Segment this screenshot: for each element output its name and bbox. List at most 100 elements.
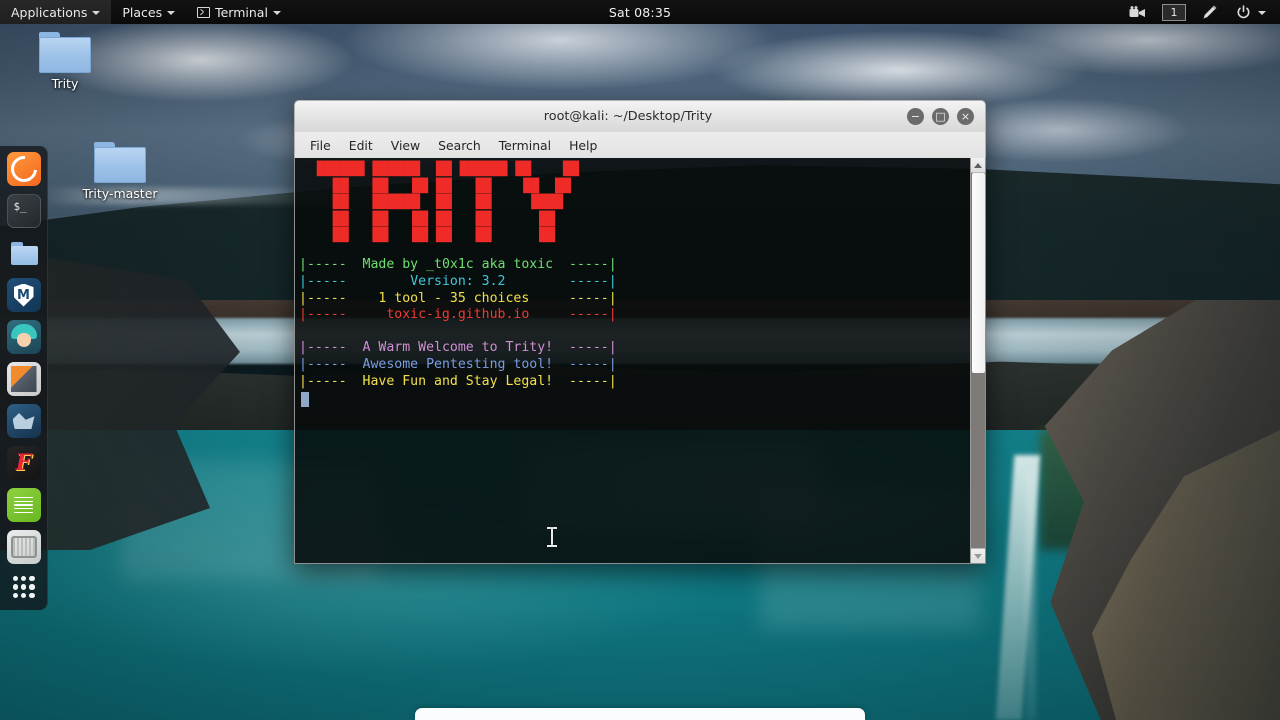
terminal-scrollbar[interactable]: [970, 158, 985, 563]
folder-icon-body: [10, 246, 38, 265]
banner-line-left-bar: |: [299, 290, 307, 306]
window-controls: − □ ×: [907, 108, 985, 125]
banner-line-right-bar: |: [608, 373, 617, 389]
banner-line-pad: [529, 307, 569, 322]
banner-line-pad: [553, 374, 569, 389]
power-icon-svg: [1237, 4, 1250, 18]
banner-line-pad: [505, 274, 569, 289]
document-lines-icon: [14, 497, 33, 513]
dock-item-terminal[interactable]: $_: [6, 194, 41, 228]
minimize-button[interactable]: −: [907, 108, 924, 125]
menu-terminal[interactable]: Terminal: [490, 135, 560, 156]
faraday-glyph: F: [15, 450, 32, 476]
banner-line-pad: [347, 274, 411, 289]
video-camera-icon[interactable]: [1121, 0, 1154, 24]
banner-line-pad: [553, 357, 569, 372]
banner-line-dashes-left: -----: [306, 273, 347, 289]
scrollbar-up-arrow[interactable]: [970, 158, 985, 173]
dock-item-files[interactable]: [7, 236, 41, 270]
banner-line-dashes-left: -----: [306, 373, 347, 389]
banner-line-left-bar: |: [299, 340, 307, 356]
menu-terminal[interactable]: Terminal: [186, 0, 292, 24]
shield-icon: M: [13, 283, 34, 307]
dock-item-avatar-app[interactable]: [6, 320, 41, 354]
banner-line-right-bar: |: [608, 340, 617, 356]
desktop-icon-trity-master[interactable]: Trity-master: [77, 142, 163, 201]
panel-clock[interactable]: Sat 08:35: [609, 5, 671, 20]
menu-places[interactable]: Places: [111, 0, 186, 24]
avatar-face: [16, 333, 31, 347]
top-panel: Applications Places Terminal Sat 08:35 1: [0, 0, 1280, 24]
desktop-icon-trity[interactable]: Trity: [22, 32, 108, 91]
terminal-window[interactable]: root@kali: ~/Desktop/Trity − □ × File Ed…: [294, 100, 986, 564]
pen-icon[interactable]: [1194, 0, 1226, 24]
dock-item-metasploit[interactable]: M: [6, 278, 41, 312]
scrollbar-track[interactable]: [970, 173, 985, 548]
power-icon[interactable]: [1228, 0, 1274, 24]
desktop-icon-label: Trity-master: [82, 186, 158, 201]
banner-line: |----- A Warm Welcome to Trity! -----|: [299, 340, 970, 357]
terminal-screen[interactable]: ██████ ██████ ██ ██████ ██ ██ ██ ██ ██ █…: [295, 158, 970, 563]
panel-tray: 1: [1121, 0, 1274, 24]
scrollbar-thumb[interactable]: [971, 173, 985, 373]
banner-line: |----- Have Fun and Stay Legal! -----|: [299, 374, 970, 391]
terminal-icon: [197, 6, 211, 18]
banner-line-text: A Warm Welcome to Trity!: [362, 340, 554, 356]
menu-view[interactable]: View: [382, 135, 429, 156]
banner-info-block: |----- Made by _t0x1c aka toxic -----| |-…: [299, 257, 970, 324]
banner-line-text: Awesome Pentesting tool!: [362, 356, 554, 372]
terminal-menubar: File Edit View Search Terminal Help: [294, 132, 986, 158]
banner-line-dashes-right: -----: [569, 273, 609, 289]
folder-icon: [39, 32, 91, 73]
banner-line-dashes-left: -----: [306, 356, 347, 372]
banner-welcome-block: |----- A Warm Welcome to Trity! -----| |-…: [299, 340, 970, 390]
menu-applications[interactable]: Applications: [0, 0, 112, 24]
banner-line-right-bar: |: [608, 356, 617, 372]
menu-edit[interactable]: Edit: [340, 135, 382, 156]
terminal-titlebar[interactable]: root@kali: ~/Desktop/Trity − □ ×: [294, 100, 986, 132]
banner-line-right-bar: |: [608, 256, 617, 272]
banner-line-dashes-right: -----: [568, 290, 609, 306]
banner-line-pad: [347, 340, 363, 355]
workspace-indicator[interactable]: 1: [1162, 3, 1186, 21]
bottom-hidden-panel[interactable]: [415, 708, 865, 720]
show-applications-button[interactable]: [7, 572, 41, 602]
banner-line-pad: [529, 291, 569, 306]
mouse-cursor-ibeam: [547, 527, 557, 547]
chevron-down-icon: [1258, 11, 1266, 15]
banner-line: |----- toxic-ig.github.io -----|: [299, 307, 970, 324]
banner-line-left-bar: |: [299, 373, 307, 389]
pen-icon-svg: [1203, 5, 1217, 19]
banner-line-dashes-right: -----: [569, 356, 609, 372]
banner-line-text: Have Fun and Stay Legal!: [362, 373, 554, 389]
dock-item-grey-app[interactable]: [6, 530, 41, 564]
dock-item-blue-app[interactable]: [6, 404, 41, 438]
menu-help[interactable]: Help: [560, 135, 606, 156]
banner-line-text: 1 tool - 35 choices: [378, 290, 530, 306]
desktop-icon-label: Trity: [51, 76, 79, 91]
banner-line-pad: [347, 291, 379, 306]
dock-item-burpsuite[interactable]: [6, 362, 41, 396]
menu-search[interactable]: Search: [429, 135, 490, 156]
trity-ascii-banner: ██████ ██████ ██ ██████ ██ ██ ██ ██ ██ █…: [316, 162, 579, 244]
scrollbar-down-arrow[interactable]: [970, 548, 985, 563]
banner-line-dashes-left: -----: [306, 290, 347, 306]
dock-item-faraday[interactable]: F: [6, 446, 41, 480]
banner-line: |----- 1 tool - 35 choices -----|: [299, 291, 970, 308]
dock-item-text-editor[interactable]: [6, 488, 41, 522]
banner-line-dashes-right: -----: [569, 340, 609, 356]
terminal-body[interactable]: ██████ ██████ ██ ██████ ██ ██ ██ ██ ██ █…: [294, 158, 986, 564]
menu-terminal-label: Terminal: [215, 4, 268, 20]
banner-line-dashes-right: -----: [569, 373, 609, 389]
banner-line: |----- Made by _t0x1c aka toxic -----|: [299, 257, 970, 274]
banner-line-left-bar: |: [299, 356, 307, 372]
banner-line-text: Made by _t0x1c aka toxic: [362, 256, 554, 272]
maximize-button[interactable]: □: [932, 108, 949, 125]
banner-line-left-bar: |: [299, 256, 307, 272]
dock-item-firefox[interactable]: [6, 152, 41, 186]
menu-file[interactable]: File: [301, 135, 340, 156]
banner-line: |----- Awesome Pentesting tool! -----|: [299, 357, 970, 374]
banner-line-pad: [347, 307, 387, 322]
banner-line: |----- Version: 3.2 -----|: [299, 274, 970, 291]
close-button[interactable]: ×: [957, 108, 974, 125]
